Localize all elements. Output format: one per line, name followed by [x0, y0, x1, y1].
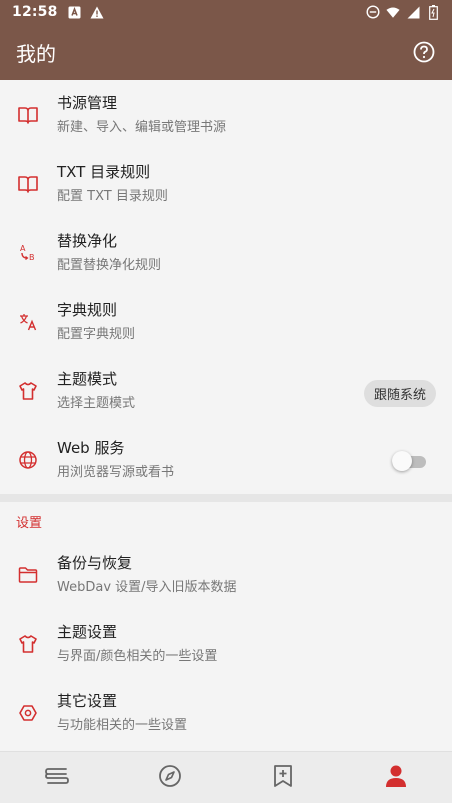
nav-rss[interactable]	[226, 752, 339, 803]
do-not-disturb-icon	[366, 5, 380, 19]
replace-icon: AB	[16, 241, 40, 265]
item-title: 主题设置	[57, 622, 118, 641]
item-title: 其它设置	[57, 691, 118, 710]
bookshelf-icon	[44, 765, 69, 791]
profile-icon	[385, 764, 407, 792]
item-subtitle: 与功能相关的一些设置	[57, 717, 188, 733]
help-icon[interactable]	[412, 40, 436, 64]
svg-text:A: A	[20, 244, 26, 253]
theme-mode-value[interactable]: 跟随系统	[363, 380, 436, 407]
item-subtitle: 与界面/颜色相关的一些设置	[57, 648, 218, 664]
nav-explore[interactable]	[113, 752, 226, 803]
item-title: 字典规则	[57, 300, 118, 319]
list-item-backup-restore[interactable]: 备份与恢复 WebDav 设置/导入旧版本数据	[0, 540, 452, 609]
item-title: 主题模式	[57, 369, 118, 388]
list-item-replace-rules[interactable]: AB 替换净化 配置替换净化规则	[0, 218, 452, 287]
app-bar: 我的	[0, 24, 452, 80]
list-item-txt-toc-rules[interactable]: TXT 目录规则 配置 TXT 目录规则	[0, 149, 452, 218]
app-notification-icon	[68, 5, 82, 19]
list-item-theme-settings[interactable]: 主题设置 与界面/颜色相关的一些设置	[0, 609, 452, 678]
web-service-toggle[interactable]	[392, 451, 426, 471]
section-divider	[0, 494, 452, 502]
list-item-other-settings[interactable]: 其它设置 与功能相关的一些设置	[0, 678, 452, 747]
section-header-settings: 设置	[16, 515, 43, 531]
list-item-book-source[interactable]: 书源管理 新建、导入、编辑或管理书源	[0, 80, 452, 149]
item-subtitle: 配置 TXT 目录规则	[57, 188, 168, 204]
folder-icon	[16, 563, 40, 587]
bottom-navigation	[0, 751, 452, 803]
shirt-icon	[16, 379, 40, 403]
item-subtitle: 新建、导入、编辑或管理书源	[57, 119, 227, 135]
svg-text:B: B	[29, 253, 35, 262]
shirt-icon	[16, 632, 40, 656]
book-icon	[16, 103, 40, 127]
item-subtitle: 选择主题模式	[57, 395, 136, 411]
hexagon-icon	[16, 701, 40, 725]
item-subtitle: WebDav 设置/导入旧版本数据	[57, 579, 237, 595]
status-bar: 12:58	[0, 0, 452, 24]
translate-icon	[16, 310, 40, 334]
battery-icon	[426, 4, 440, 20]
nav-bookshelf[interactable]	[0, 752, 113, 803]
item-subtitle: 配置字典规则	[57, 326, 136, 342]
signal-icon	[406, 5, 420, 19]
globe-icon	[16, 448, 40, 472]
page-title: 我的	[16, 41, 56, 66]
item-title: 备份与恢复	[57, 553, 133, 572]
wifi-icon	[386, 5, 400, 19]
item-title: 书源管理	[57, 93, 118, 112]
book-icon	[16, 172, 40, 196]
compass-icon	[158, 764, 182, 792]
item-title: 替换净化	[57, 231, 118, 250]
warning-icon	[90, 5, 104, 19]
list-item-theme-mode[interactable]: 主题模式 选择主题模式 跟随系统	[0, 356, 452, 425]
item-subtitle: 配置替换净化规则	[57, 257, 162, 273]
item-subtitle: 用浏览器写源或看书	[57, 464, 175, 480]
status-time: 12:58	[12, 4, 58, 20]
settings-list: 书源管理 新建、导入、编辑或管理书源 TXT 目录规则 配置 TXT 目录规则 …	[0, 80, 452, 747]
nav-my[interactable]	[339, 752, 452, 803]
toggle-thumb	[392, 451, 412, 471]
item-title: TXT 目录规则	[57, 162, 151, 181]
list-item-web-service[interactable]: Web 服务 用浏览器写源或看书	[0, 425, 452, 494]
list-item-dict-rules[interactable]: 字典规则 配置字典规则	[0, 287, 452, 356]
rss-bookmark-icon	[272, 764, 294, 792]
item-title: Web 服务	[57, 438, 125, 457]
